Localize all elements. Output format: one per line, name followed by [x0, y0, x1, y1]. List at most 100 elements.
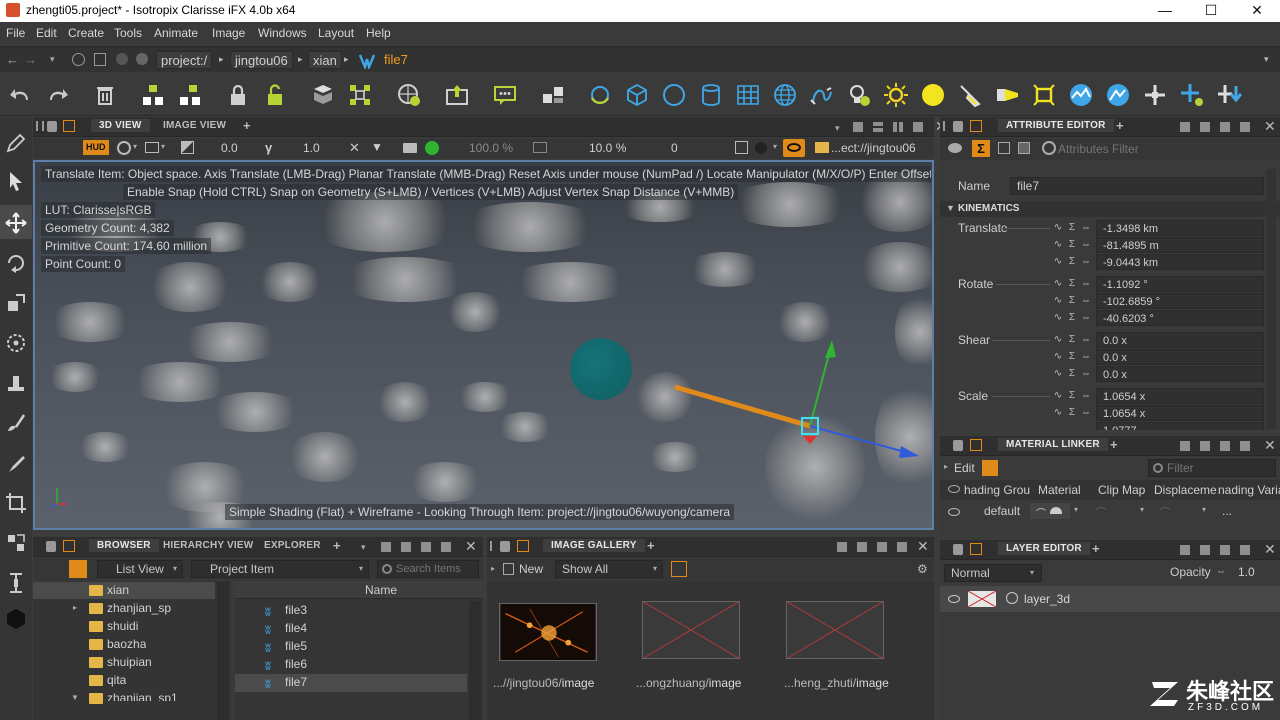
layout-vertical-icon[interactable] — [421, 542, 431, 552]
resolution-icon[interactable] — [533, 142, 547, 153]
panel-options-icon[interactable] — [63, 120, 75, 132]
trash-icon[interactable] — [92, 82, 118, 108]
filter-icon[interactable]: ▼ — [371, 140, 383, 154]
paint-tool-icon[interactable] — [4, 411, 28, 435]
area-light-icon[interactable] — [1031, 82, 1057, 108]
maximize-panel-icon[interactable] — [1240, 545, 1250, 555]
maximize-panel-icon[interactable] — [1240, 441, 1250, 451]
list-item-file5[interactable]: file5 — [285, 639, 307, 653]
context-icon[interactable] — [540, 82, 566, 108]
tree-item-shuipian[interactable]: shuipian — [107, 655, 152, 669]
panel-options-icon[interactable] — [517, 540, 529, 552]
material-slot[interactable]: ⌒ — [1030, 503, 1070, 520]
search-items-input[interactable] — [396, 562, 476, 576]
tree-item-baozha[interactable]: baozha — [107, 637, 146, 651]
select-arrow-icon[interactable] — [4, 169, 28, 193]
scale-y[interactable]: 1.0654 x — [1096, 405, 1264, 421]
shear-z[interactable]: 0.0 x — [1096, 366, 1264, 382]
maximize-panel-icon[interactable] — [1240, 122, 1250, 132]
back-arrow-icon[interactable]: ← — [6, 52, 19, 67]
sum-icon[interactable]: Σ — [1066, 294, 1078, 308]
scatter-tool-icon[interactable] — [4, 531, 28, 555]
lock-panel-icon[interactable] — [953, 121, 963, 132]
menu-animate[interactable]: Animate — [154, 26, 198, 40]
link-icon[interactable]: ⇔ — [1080, 221, 1092, 235]
lock-panel-icon[interactable] — [47, 121, 57, 132]
thumb-1-label[interactable]: ...//jingtou06/image — [493, 676, 594, 690]
maximize-button[interactable]: ☐ — [1188, 0, 1234, 22]
sphere-primitive-icon[interactable] — [661, 82, 687, 108]
layout-horizontal-icon[interactable] — [1200, 545, 1210, 555]
layout-horizontal-icon[interactable] — [401, 542, 411, 552]
maximize-panel-icon[interactable] — [897, 542, 907, 552]
zoom-percent[interactable]: 100.0 % — [469, 141, 513, 155]
curve-icon[interactable]: ∿ — [1052, 333, 1064, 347]
curve-icon[interactable]: ∿ — [1052, 406, 1064, 420]
edit-menu[interactable]: Edit — [954, 461, 975, 475]
layer-name[interactable]: layer_3d — [1024, 592, 1070, 606]
tab-layer-editor[interactable]: LAYER EDITOR — [998, 542, 1090, 555]
column-shading-group[interactable]: hading Grou — [964, 483, 1030, 497]
point-light-icon[interactable] — [920, 82, 946, 108]
default-row-label[interactable]: default — [984, 504, 1020, 518]
link-icon[interactable]: ⇔ — [1080, 350, 1092, 364]
item-type-dropdown-icon[interactable]: ▾ — [359, 564, 363, 573]
sum-filter-icon[interactable]: Σ — [972, 140, 990, 157]
name-field[interactable]: file7 — [1010, 177, 1264, 195]
directional-light-icon[interactable] — [994, 82, 1020, 108]
menu-windows[interactable]: Windows — [258, 26, 307, 40]
camera-path[interactable]: ...ect://jingtou06 — [831, 141, 927, 155]
tab-explorer[interactable]: EXPLORER — [264, 540, 321, 551]
stamp-tool-icon[interactable] — [4, 371, 28, 395]
camera-icon[interactable] — [403, 143, 417, 153]
tree-item-zhanjian-sp[interactable]: zhanjian_sp — [107, 601, 171, 615]
tab-add[interactable]: + — [333, 538, 341, 553]
layout-vertical-icon[interactable] — [1220, 122, 1230, 132]
undo-icon[interactable] — [8, 82, 34, 108]
maximize-panel-icon[interactable] — [913, 122, 923, 132]
rotate-object-icon[interactable] — [587, 82, 613, 108]
row-visibility-icon[interactable] — [948, 508, 960, 516]
spot-light-icon[interactable] — [957, 82, 983, 108]
material-filter-input[interactable] — [1167, 461, 1271, 475]
layout-vertical-icon[interactable] — [1220, 441, 1230, 451]
layout-horizontal-icon[interactable] — [1200, 441, 1210, 451]
move-tool-icon[interactable] — [4, 211, 28, 235]
link-icon[interactable]: ⇔ — [1080, 294, 1092, 308]
search-items-box[interactable] — [377, 560, 479, 578]
translate-x[interactable]: -1.3498 km — [1096, 220, 1264, 236]
menu-image[interactable]: Image — [212, 26, 245, 40]
background-dropdown-icon[interactable]: ▾ — [773, 142, 777, 151]
import-icon[interactable] — [444, 82, 470, 108]
comment-icon[interactable] — [492, 82, 518, 108]
layout-single-icon[interactable] — [837, 542, 847, 552]
sum-icon[interactable]: Σ — [1066, 238, 1078, 252]
curve-icon[interactable]: ∿ — [1052, 255, 1064, 269]
layout-horizontal-icon[interactable] — [1200, 122, 1210, 132]
sun-light-icon[interactable] — [883, 82, 909, 108]
panel-dropdown-icon[interactable]: ▾ — [361, 542, 366, 553]
group-icon[interactable] — [140, 82, 166, 108]
layer-visibility-icon[interactable] — [948, 595, 960, 603]
locator-icon[interactable] — [1142, 82, 1168, 108]
panel-dropdown-icon[interactable]: ▾ — [835, 123, 840, 134]
lock-icon[interactable] — [225, 82, 251, 108]
link-icon[interactable]: ⇔ — [1080, 311, 1092, 325]
frame-value[interactable]: 0 — [671, 141, 678, 155]
kinematics-section-header[interactable]: ▼ KINEMATICS — [940, 201, 1280, 217]
rotate-y[interactable]: -102.6859 ° — [1096, 293, 1264, 309]
list-scrollbar[interactable] — [469, 601, 481, 720]
brush-tool-icon[interactable] — [4, 451, 28, 475]
history-dropdown-icon[interactable]: ▾ — [50, 54, 55, 65]
link-icon[interactable]: ⇔ — [1080, 277, 1092, 291]
panel-options-icon[interactable] — [970, 439, 982, 451]
translate-y[interactable]: -81.4895 m — [1096, 237, 1264, 253]
menu-help[interactable]: Help — [366, 26, 391, 40]
link-icon[interactable]: ⇔ — [1080, 406, 1092, 420]
new-button[interactable]: New — [519, 562, 543, 576]
target-icon[interactable] — [72, 53, 85, 66]
render-region-icon[interactable] — [735, 141, 748, 154]
opacity-value[interactable]: 1.0 — [1238, 565, 1255, 579]
layout-single-icon[interactable] — [1180, 545, 1190, 555]
ungroup-icon[interactable] — [177, 82, 203, 108]
